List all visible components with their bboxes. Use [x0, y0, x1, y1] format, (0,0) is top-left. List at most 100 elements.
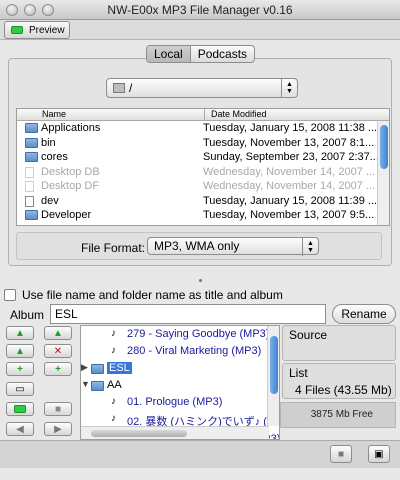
source-panel: Source — [282, 325, 396, 361]
table-row[interactable]: cores Sunday, September 23, 2007 2:37... — [17, 150, 389, 165]
file-name: Desktop DF — [41, 180, 100, 192]
folder-icon — [91, 364, 104, 374]
tree-item[interactable]: ♪ 280 - Viral Marketing (MP3) — [81, 343, 279, 360]
file-icon — [25, 181, 34, 192]
file-rows: Applications Tuesday, January 15, 2008 11… — [17, 121, 389, 223]
list-summary: 4 Files (43.55 Mb) — [295, 383, 392, 397]
play-button[interactable] — [6, 402, 34, 416]
album-input[interactable] — [50, 304, 326, 324]
arrow-up-icon: + — [17, 363, 23, 375]
source-tabs: Local Podcasts — [146, 45, 256, 63]
free-space-bar: 3875 Mb Free — [280, 402, 396, 428]
back-button[interactable]: ◀ — [6, 422, 34, 436]
music-note-icon: ♪ — [111, 328, 116, 339]
table-row[interactable]: Desktop DB Wednesday, November 14, 2007 .… — [17, 165, 389, 180]
new-folder-icon: ▲ — [15, 345, 25, 357]
checkbox-box[interactable] — [4, 289, 16, 301]
tab-local[interactable]: Local — [147, 46, 191, 62]
music-note-icon: ♪ — [111, 345, 116, 356]
file-date: Sunday, September 23, 2007 2:37... — [203, 151, 377, 163]
move-up-button[interactable]: + — [6, 362, 34, 376]
disclosure-triangle-icon[interactable]: ▶ — [81, 362, 88, 373]
table-row[interactable]: Applications Tuesday, January 15, 2008 11… — [17, 121, 389, 136]
add-folder-button[interactable]: ▲ — [44, 326, 72, 340]
tab-podcasts[interactable]: Podcasts — [191, 46, 254, 62]
tree-track-label: 280 - Viral Marketing (MP3) — [127, 345, 262, 357]
preview-button[interactable]: Preview — [4, 21, 70, 39]
table-row[interactable]: Developer Tuesday, November 13, 2007 9:5.… — [17, 208, 389, 223]
file-date: Tuesday, January 15, 2008 11:39 ... — [203, 194, 377, 207]
column-date-modified[interactable]: Date Modified — [204, 109, 379, 120]
tree-item[interactable]: ♪ 01. Prologue (MP3) — [81, 394, 279, 411]
use-names-checkbox[interactable]: Use file name and folder name as title a… — [4, 288, 283, 302]
list-panel: List 4 Files (43.55 Mb) — [282, 363, 396, 399]
file-date: Tuesday, November 13, 2007 8:1... — [203, 136, 375, 149]
device-icon: ▭ — [15, 383, 25, 395]
folder-icon — [25, 137, 38, 148]
use-names-label: Use file name and folder name as title a… — [22, 288, 283, 302]
tree-track-label: 01. Prologue (MP3) — [127, 396, 223, 408]
preview-led-icon — [11, 26, 23, 34]
scrollbar-thumb[interactable] — [91, 430, 187, 437]
file-date: Tuesday, November 13, 2007 9:5... — [203, 209, 375, 221]
folder-icon — [25, 210, 38, 220]
folder-icon — [25, 152, 38, 162]
tree-vertical-scrollbar[interactable] — [267, 326, 279, 426]
save-button[interactable]: ▣ — [368, 445, 390, 463]
disclosure-triangle-icon[interactable]: ▼ — [81, 379, 90, 389]
tree-horizontal-scrollbar[interactable] — [81, 426, 269, 439]
tree-folder-label: ESL — [107, 362, 132, 374]
move-down-button[interactable]: + — [44, 362, 72, 376]
arrow-left-icon: ◀ — [16, 423, 24, 435]
green-led-icon — [14, 405, 26, 413]
table-row[interactable]: dev Tuesday, January 15, 2008 11:39 ... — [17, 194, 389, 209]
file-name: dev — [41, 194, 59, 207]
album-label: Album — [10, 308, 45, 322]
add-to-device-button[interactable]: ▲ — [6, 326, 34, 340]
column-name[interactable]: Name — [17, 109, 66, 120]
file-name: bin — [41, 136, 56, 149]
updown-arrows-icon: ▲ ▼ — [281, 79, 297, 97]
music-note-icon: ♪ — [111, 413, 116, 424]
arrow-right-icon: ▶ — [54, 423, 62, 435]
rename-button[interactable]: Rename — [332, 304, 396, 324]
arrow-down-icon: + — [55, 363, 61, 375]
tree-item[interactable]: ▼ AA — [81, 377, 279, 394]
file-date: Wednesday, November 14, 2007 ... — [203, 180, 376, 192]
file-format-select[interactable]: MP3, WMA only ▲ ▼ — [147, 237, 319, 256]
file-format-bar: File Format: MP3, WMA only ▲ ▼ — [16, 232, 382, 260]
file-format-value: MP3, WMA only — [154, 239, 240, 253]
stop-icon: ■ — [337, 448, 345, 460]
file-name: Applications — [41, 122, 101, 134]
path-selector[interactable]: / ▲ ▼ — [106, 78, 298, 98]
file-name: Desktop DB — [41, 165, 100, 178]
file-table-scrollbar[interactable] — [377, 121, 389, 225]
scrollbar-thumb[interactable] — [380, 125, 388, 169]
path-value: / — [129, 81, 133, 95]
device-button[interactable]: ▭ — [6, 382, 34, 396]
music-note-icon: ♪ — [111, 396, 116, 407]
scrollbar-thumb[interactable] — [270, 336, 278, 394]
save-icon: ▣ — [374, 448, 384, 460]
disk-icon — [113, 83, 125, 93]
new-folder-button[interactable]: ▲ — [6, 344, 34, 358]
toolbar: Preview — [0, 20, 400, 40]
tree-item[interactable]: ♪ 279 - Saying Goodbye (MP3) — [81, 326, 279, 343]
title-bar: NW-E00x MP3 File Manager v0.16 — [0, 0, 400, 20]
forward-button[interactable]: ▶ — [44, 422, 72, 436]
source-label: Source — [289, 328, 328, 342]
delete-button[interactable]: ✕ — [44, 344, 72, 358]
tree-item[interactable]: ▶ ESL — [81, 360, 279, 377]
stop-icon: ■ — [54, 403, 62, 415]
split-handle[interactable] — [199, 279, 202, 282]
stop-button[interactable]: ■ — [44, 402, 72, 416]
table-row[interactable]: Desktop DF Wednesday, November 14, 2007 .… — [17, 179, 389, 194]
stop-transfer-button[interactable]: ■ — [330, 445, 352, 463]
bottom-bar: ■ ▣ — [0, 440, 400, 468]
preview-label: Preview — [29, 24, 65, 36]
table-row[interactable]: bin Tuesday, November 13, 2007 8:1... — [17, 136, 389, 151]
tree-folder-label: AA — [107, 379, 122, 391]
tree-rows: ♪ 279 - Saying Goodbye (MP3) ♪ 280 - Viral … — [81, 326, 279, 439]
upload-icon: ▲ — [15, 327, 25, 339]
folder-add-icon: ▲ — [53, 327, 63, 339]
